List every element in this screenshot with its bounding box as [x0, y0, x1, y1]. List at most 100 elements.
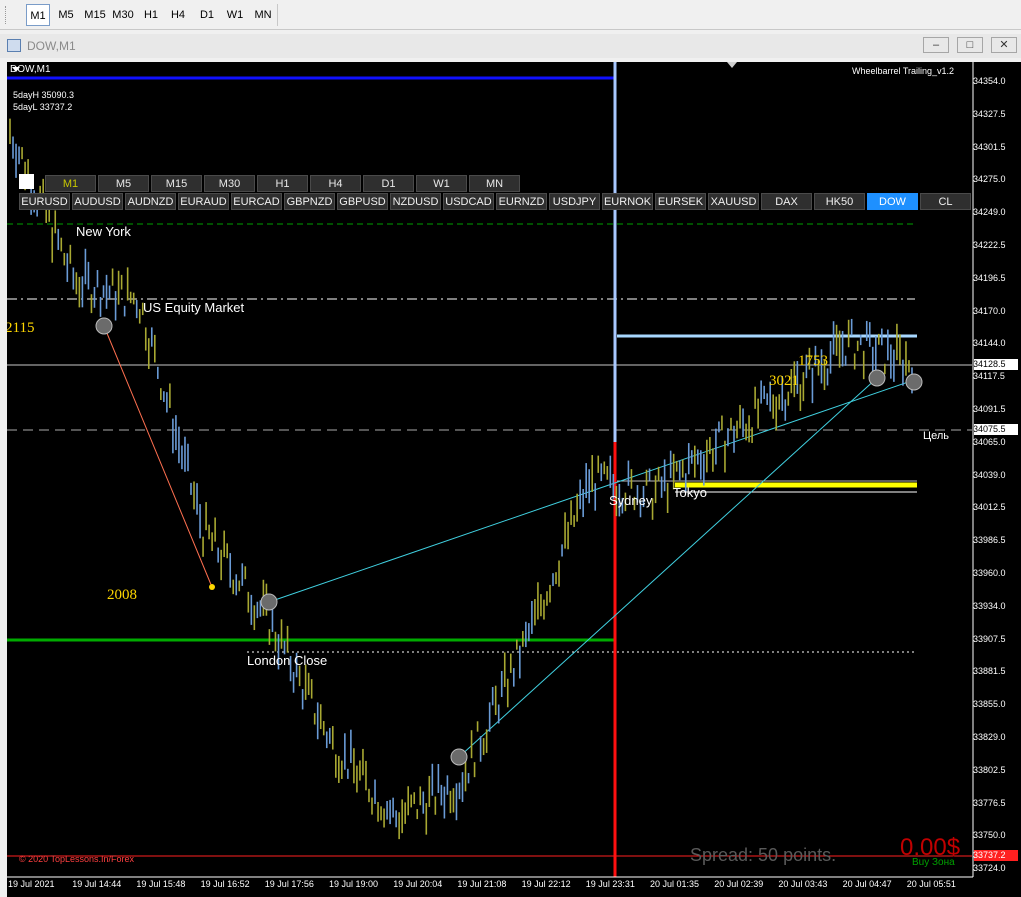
time-tick-label: 19 Jul 22:12 — [521, 879, 571, 889]
price-chart[interactable]: DOW,M1 5dayH 35090.3 5dayL 33737.2 Wheel… — [7, 62, 1021, 897]
price-tick-label: 34275.0 — [973, 174, 1006, 185]
tf-h4[interactable]: H4 — [165, 4, 191, 26]
count-label-2115: 2115 — [7, 320, 35, 336]
session-label-sydney: Sydney — [609, 493, 653, 508]
spread-text: Spread: 50 points. — [690, 845, 837, 865]
price-tick-label: 34012.5 — [973, 502, 1006, 513]
tf-d1[interactable]: D1 — [194, 4, 220, 26]
tf-mn[interactable]: MN — [250, 4, 276, 26]
price-tick-label: 34065.0 — [973, 436, 1006, 447]
time-tick-label: 19 Jul 23:31 — [585, 879, 635, 889]
pivot-marker-1[interactable] — [95, 317, 113, 335]
symbol-gbpnzd[interactable]: GBPNZD — [284, 193, 335, 210]
panel-toggle-checkbox[interactable] — [19, 174, 34, 189]
symbol-eurnok[interactable]: EURNOK — [602, 193, 653, 210]
panel-tf-mn[interactable]: MN — [469, 175, 520, 192]
pivot-marker-4[interactable] — [868, 369, 886, 387]
session-label-tokyo: Tokyo — [673, 485, 707, 500]
price-tick-label: 33881.5 — [973, 666, 1006, 677]
price-tick-label: 34354.0 — [973, 76, 1006, 86]
symbol-nzdusd[interactable]: NZDUSD — [390, 193, 441, 210]
tf-m30[interactable]: M30 — [109, 4, 137, 26]
toolbar-separator — [277, 4, 278, 26]
time-tick-label: 19 Jul 14:44 — [72, 879, 122, 889]
price-tick-label: 34301.5 — [973, 141, 1006, 152]
close-button[interactable]: ✕ — [991, 37, 1017, 53]
chart-window-titlebar[interactable]: DOW,M1 – □ ✕ — [0, 34, 1021, 58]
panel-tf-w1[interactable]: W1 — [416, 175, 467, 192]
time-tick-label: 19 Jul 15:48 — [136, 879, 186, 889]
symbol-eurusd[interactable]: EURUSD — [19, 193, 70, 210]
scroll-marker-icon[interactable] — [727, 62, 737, 68]
panel-tf-d1[interactable]: D1 — [363, 175, 414, 192]
buy-zone-label: Buy Зона — [912, 857, 955, 868]
panel-tf-h4[interactable]: H4 — [310, 175, 361, 192]
toolbar-grip[interactable] — [5, 6, 8, 24]
symbol-eurnzd[interactable]: EURNZD — [496, 193, 547, 210]
price-tick-label: 34170.0 — [973, 305, 1006, 316]
minimize-button[interactable]: – — [923, 37, 949, 53]
time-tick-label: 20 Jul 05:51 — [906, 879, 956, 889]
symbol-euraud[interactable]: EURAUD — [178, 193, 229, 210]
low-price-value: 33737.2 — [973, 850, 1006, 860]
chart-dropdown-icon[interactable] — [12, 67, 20, 72]
symbol-dow[interactable]: DOW — [867, 193, 918, 210]
time-tick-label: 20 Jul 02:39 — [714, 879, 764, 889]
symbol-usdcad[interactable]: USDCAD — [443, 193, 494, 210]
tf-m15[interactable]: M15 — [81, 4, 109, 26]
panel-tf-h1[interactable]: H1 — [257, 175, 308, 192]
cyan-trend-line-lower — [458, 377, 878, 758]
price-tick-label: 34196.5 — [973, 272, 1006, 283]
yellow-signal-dot — [209, 584, 215, 590]
chart-window-icon — [7, 39, 21, 52]
time-tick-label: 19 Jul 20:04 — [393, 879, 443, 889]
timeframe-toolbar: M1 M5 M15 M30 H1 H4 D1 W1 MN — [0, 0, 1021, 30]
count-label-3021: 3021 — [769, 373, 799, 389]
panel-tf-m30[interactable]: M30 — [204, 175, 255, 192]
five-day-high: 5dayH 35090.3 — [13, 90, 75, 100]
tf-w1[interactable]: W1 — [222, 4, 248, 26]
symbol-audnzd[interactable]: AUDNZD — [125, 193, 176, 210]
pivot-marker-3[interactable] — [450, 748, 468, 766]
price-tick-label: 33750.0 — [973, 830, 1006, 841]
panel-tf-m5[interactable]: M5 — [98, 175, 149, 192]
pivot-marker-2[interactable] — [260, 593, 278, 611]
time-tick-label: 19 Jul 21:08 — [457, 879, 507, 889]
symbol-usdjpy[interactable]: USDJPY — [549, 193, 600, 210]
symbol-xauusd[interactable]: XAUUSD — [708, 193, 759, 210]
symbol-dax[interactable]: DAX — [761, 193, 812, 210]
time-tick-label: 19 Jul 17:56 — [264, 879, 314, 889]
panel-tf-m15[interactable]: M15 — [151, 175, 202, 192]
price-tick-label: 34327.5 — [973, 108, 1006, 119]
tf-h1[interactable]: H1 — [139, 4, 163, 26]
pivot-marker-5[interactable] — [905, 373, 923, 391]
session-label-us-equity: US Equity Market — [143, 300, 245, 315]
time-tick-label: 20 Jul 01:35 — [650, 879, 700, 889]
price-tick-label: 33855.0 — [973, 699, 1006, 710]
time-tick-label: 19 Jul 16:52 — [200, 879, 250, 889]
session-label-london-close: London Close — [247, 653, 328, 668]
price-tick-label: 33907.5 — [973, 633, 1006, 644]
copyright-text: © 2020 TopLessons.In/Forex — [19, 854, 135, 864]
symbol-eursek[interactable]: EURSEK — [655, 193, 706, 210]
restore-button[interactable]: □ — [957, 37, 983, 53]
panel-tf-m1[interactable]: M1 — [45, 175, 96, 192]
tf-m5[interactable]: M5 — [53, 4, 79, 26]
symbol-eurcad[interactable]: EURCAD — [231, 193, 282, 210]
price-tick-label: 33776.5 — [973, 797, 1006, 808]
price-tick-label: 34091.5 — [973, 404, 1006, 414]
symbol-cl[interactable]: CL — [920, 193, 971, 210]
current-price-value: 34128.5 — [973, 359, 1006, 369]
tf-m1[interactable]: M1 — [26, 4, 50, 26]
price-tick-label: 34222.5 — [973, 240, 1006, 250]
chart-window-title: DOW,M1 — [27, 39, 76, 53]
time-tick-label: 20 Jul 03:43 — [778, 879, 828, 889]
time-tick-label: 19 Jul 19:00 — [329, 879, 379, 889]
time-tick-label: 19 Jul 2021 — [8, 879, 55, 889]
symbol-gbpusd[interactable]: GBPUSD — [337, 193, 388, 210]
price-tick-label: 33724.0 — [973, 863, 1006, 874]
symbol-hk50[interactable]: HK50 — [814, 193, 865, 210]
five-day-low: 5dayL 33737.2 — [13, 102, 73, 112]
price-bars — [9, 118, 913, 840]
symbol-audusd[interactable]: AUDUSD — [72, 193, 123, 210]
